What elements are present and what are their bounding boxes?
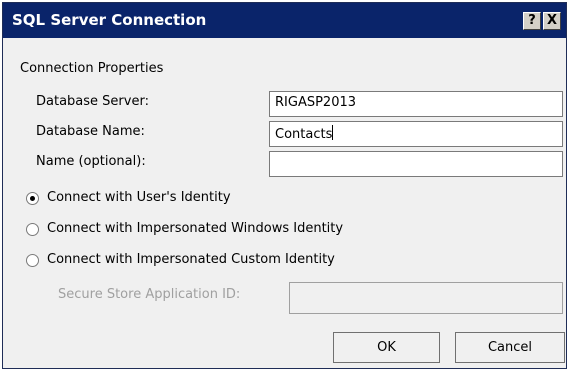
database-name-label: Database Name: <box>36 124 145 139</box>
connection-properties-heading: Connection Properties <box>20 61 164 76</box>
radio-unselected-icon[interactable] <box>26 254 39 267</box>
secure-store-input <box>289 282 563 314</box>
secure-store-label: Secure Store Application ID: <box>58 287 241 302</box>
help-button[interactable]: ? <box>523 12 541 30</box>
text-caret <box>332 125 334 140</box>
cancel-button[interactable]: Cancel <box>455 332 565 363</box>
database-server-input[interactable]: RIGASP2013 <box>269 91 563 117</box>
database-name-value: Contacts <box>275 127 333 142</box>
radio-unselected-icon[interactable] <box>26 223 39 236</box>
database-server-value: RIGASP2013 <box>275 95 357 110</box>
database-name-input[interactable]: Contacts <box>269 121 563 147</box>
radio-users-identity-label: Connect with User's Identity <box>47 190 231 205</box>
ok-button[interactable]: OK <box>333 332 440 363</box>
radio-impersonated-windows-identity-label: Connect with Impersonated Windows Identi… <box>47 221 344 236</box>
title-bar[interactable]: SQL Server Connection ? X <box>3 3 566 38</box>
radio-impersonated-custom-identity-label: Connect with Impersonated Custom Identit… <box>47 252 335 267</box>
database-server-label: Database Server: <box>36 94 149 109</box>
dialog-title: SQL Server Connection <box>12 11 207 29</box>
sql-server-connection-dialog: SQL Server Connection ? X Connection Pro… <box>2 2 567 369</box>
name-optional-input[interactable] <box>269 151 563 177</box>
radio-selected-icon[interactable] <box>26 192 39 205</box>
name-optional-label: Name (optional): <box>36 154 146 169</box>
close-button[interactable]: X <box>543 12 561 30</box>
